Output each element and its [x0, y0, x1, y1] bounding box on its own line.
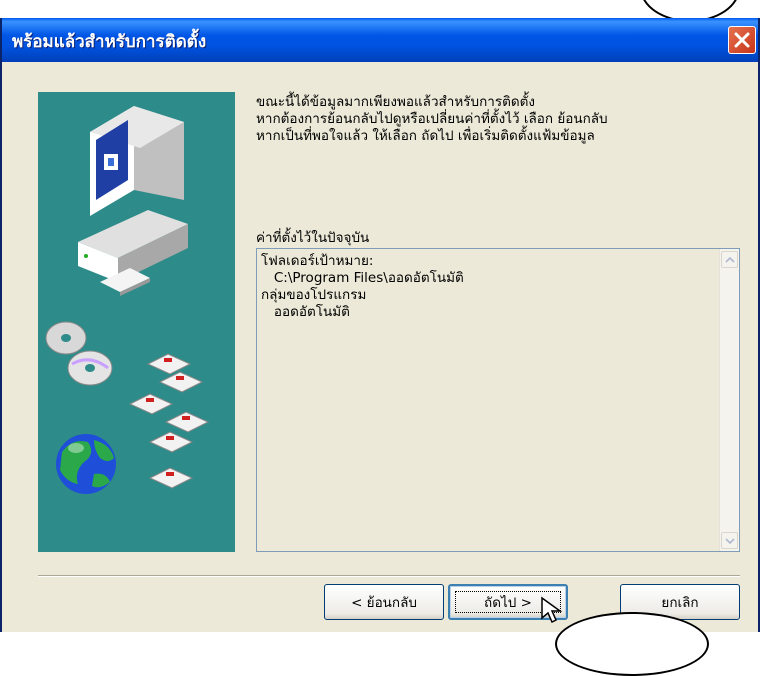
settings-line: ออดอัตโนมัติ — [261, 304, 350, 320]
chevron-up-icon — [725, 256, 735, 263]
vertical-scrollbar[interactable] — [719, 249, 739, 551]
title-bar[interactable]: พร้อมแล้วสำหรับการติดตั้ง — [2, 18, 758, 62]
settings-line: โฟลเดอร์เป้าหมาย: — [261, 253, 374, 269]
settings-line: กลุ่มของโปรแกรม — [261, 287, 367, 303]
close-icon — [734, 32, 750, 48]
cancel-button-label: ยกเลิก — [661, 595, 699, 611]
cd-disc-icon — [45, 321, 113, 386]
back-button-label: < ย้อนกลับ — [351, 595, 417, 611]
current-settings-label: ค่าที่ตั้งไว้ในปัจจุบัน — [256, 230, 370, 246]
scroll-down-button[interactable] — [721, 532, 738, 549]
installer-illustration — [38, 92, 235, 552]
floppy-disks-icon — [128, 353, 210, 489]
close-button[interactable] — [728, 26, 756, 54]
mouse-pointer-icon — [541, 596, 563, 624]
computer-icon — [78, 106, 188, 296]
settings-text: โฟลเดอร์เป้าหมาย: C:\Program Files\ออดอั… — [261, 253, 464, 321]
installer-dialog: พร้อมแล้วสำหรับการติดตั้ง ขณะนี้ได้ข้อมู… — [0, 18, 760, 632]
computer-install-illustration — [45, 106, 210, 494]
current-settings-box[interactable]: โฟลเดอร์เป้าหมาย: C:\Program Files\ออดอั… — [256, 248, 740, 552]
window-title: พร้อมแล้วสำหรับการติดตั้ง — [12, 32, 207, 52]
separator — [38, 575, 740, 577]
intro-text: ขณะนี้ได้ข้อมูลมากเพียงพอแล้วสำหรับการติ… — [256, 94, 736, 145]
intro-line: หากเป็นที่พอใจแล้ว ให้เลือก ถัดไป เพื่อเ… — [256, 128, 595, 144]
globe-icon — [56, 434, 116, 494]
scroll-up-button[interactable] — [721, 251, 738, 268]
chevron-down-icon — [725, 538, 735, 545]
back-button[interactable]: < ย้อนกลับ — [324, 584, 444, 620]
settings-line: C:\Program Files\ออดอัตโนมัติ — [261, 270, 464, 286]
intro-line: ขณะนี้ได้ข้อมูลมากเพียงพอแล้วสำหรับการติ… — [256, 94, 535, 110]
intro-line: หากต้องการย้อนกลับไปดูหรือเปลี่ยนค่าที่ต… — [256, 111, 608, 127]
